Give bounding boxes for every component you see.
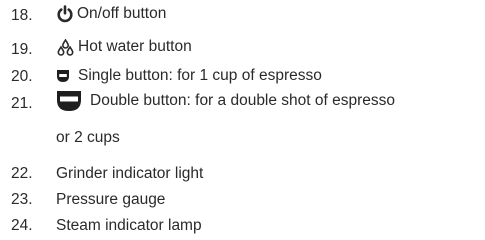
- item-text: Double button: for a double shot of espr…: [90, 92, 396, 109]
- item-text: Grinder indicator light: [56, 165, 204, 182]
- list-item: 20. Single button: for 1 cup of espresso: [0, 63, 485, 91]
- item-number: 20.: [11, 68, 33, 85]
- double-cup-icon: [56, 90, 82, 112]
- single-cup-icon: [56, 69, 70, 83]
- item-text: On/off button: [77, 5, 167, 22]
- list-item: 21. Double button: for a double shot of …: [0, 90, 485, 118]
- power-icon: [56, 5, 74, 23]
- item-number: 18.: [11, 7, 33, 24]
- item-text: Hot water button: [78, 38, 192, 55]
- list-item: 18. On/off button: [0, 2, 485, 30]
- instruction-list: 18. On/off button 19. Hot water button 2…: [0, 0, 485, 240]
- item-number: 23.: [11, 191, 33, 208]
- list-item: 22. Grinder indicator light: [0, 160, 485, 188]
- item-number: 22.: [11, 165, 33, 182]
- item-text: Single button: for 1 cup of espresso: [78, 67, 322, 84]
- item-number: 19.: [11, 41, 33, 58]
- list-item: 24. Steam indicator lamp: [0, 212, 485, 240]
- item-text: Steam indicator lamp: [56, 217, 202, 234]
- item-number: 24.: [11, 217, 33, 234]
- list-item: 23. Pressure gauge: [0, 186, 485, 214]
- list-item: 19. Hot water button: [0, 36, 485, 64]
- item-text: Pressure gauge: [56, 191, 166, 208]
- item-number: 21.: [11, 95, 33, 112]
- water-drops-icon: [56, 38, 75, 56]
- item-text-continuation: or 2 cups: [56, 129, 120, 146]
